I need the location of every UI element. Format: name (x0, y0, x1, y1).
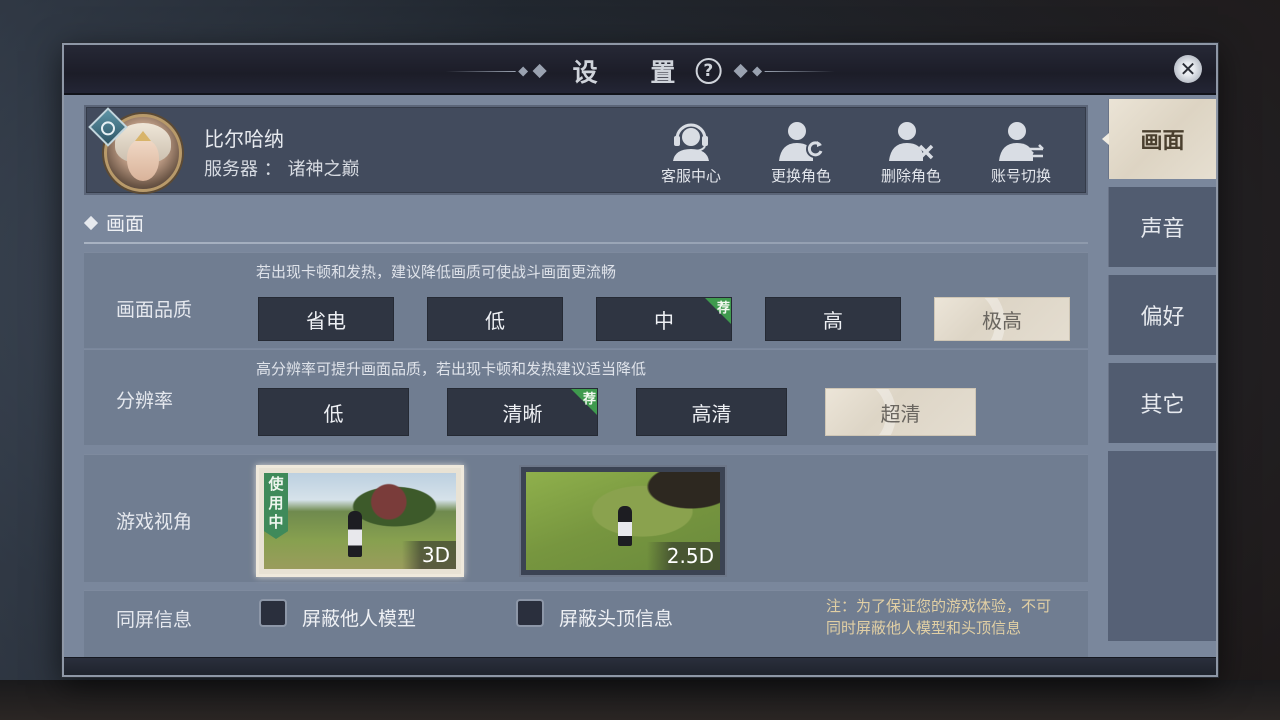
option-label: 低 (485, 308, 505, 333)
screen-info-row: 同屏信息 屏蔽他人模型 屏蔽头顶信息 注：为了保证您的游戏体验，不可 同时屏蔽他… (84, 590, 1088, 657)
recommended-badge-text: 荐 (716, 301, 730, 316)
player-name: 比尔哈纳 (204, 127, 284, 151)
tab-label: 画面 (1140, 129, 1185, 154)
hide-overhead-info-label: 屏蔽头顶信息 (559, 608, 674, 630)
camera-3d-label: 3D (401, 541, 456, 569)
option-label: 清晰 (502, 401, 543, 426)
quality-option-high[interactable]: 高 (765, 297, 901, 341)
quality-label: 画面品质 (116, 299, 193, 321)
settings-content: 比尔哈纳 服务器 ： 诸神之巅 客服中心 更换角色 删除角色 账号切换 画面 画… (64, 97, 1104, 657)
profile-actions: 客服中心 更换角色 删除角色 账号切换 (636, 119, 1076, 186)
tab-other[interactable]: 其它 (1108, 363, 1216, 443)
tab-display[interactable]: 画面 (1102, 99, 1216, 179)
customer-service-button[interactable]: 客服中心 (636, 119, 746, 186)
title-bar: 设 置 ? ✕ (64, 45, 1216, 95)
option-label: 低 (323, 401, 344, 426)
resolution-label: 分辨率 (116, 390, 174, 412)
resolution-hint: 高分辨率可提升画面品质，若出现卡顿和发热建议适当降低 (256, 360, 647, 378)
recommended-badge-text: 荐 (582, 392, 596, 407)
hide-other-models-label: 屏蔽他人模型 (302, 608, 417, 630)
section-divider (84, 242, 1088, 244)
hide-overhead-info-checkbox[interactable] (516, 599, 544, 627)
section-title: 画面 (106, 213, 145, 235)
profile-panel: 比尔哈纳 服务器 ： 诸神之巅 客服中心 更换角色 删除角色 账号切换 (84, 105, 1088, 195)
quality-option-medium[interactable]: 中 荐 (596, 297, 732, 341)
option-label: 中 (654, 308, 674, 333)
settings-tabs: 画面 声音 偏好 其它 (1102, 99, 1216, 451)
user-delete-icon (889, 122, 934, 161)
diamond-bullet-icon (83, 215, 99, 230)
resolution-option-low[interactable]: 低 (258, 388, 409, 436)
resolution-option-ultra-hd[interactable]: 超清 (825, 388, 976, 436)
camera-label: 游戏视角 (116, 511, 193, 533)
screen-info-note: 注：为了保证您的游戏体验，不可 同时屏蔽他人模型和头顶信息 (826, 595, 1051, 639)
quality-hint: 若出现卡顿和发热，建议降低画质可使战斗画面更流畅 (256, 263, 617, 281)
resolution-option-clear[interactable]: 清晰 荐 (447, 388, 598, 436)
quality-option-low[interactable]: 低 (427, 297, 563, 341)
camera-option-2-5d[interactable]: 2.5D (519, 465, 727, 577)
quality-option-ultra[interactable]: 极高 (934, 297, 1070, 341)
close-x-icon: ✕ (1179, 57, 1197, 81)
tab-label: 偏好 (1140, 305, 1185, 330)
switch-account-label: 账号切换 (990, 167, 1051, 185)
resolution-option-hd[interactable]: 高清 (636, 388, 787, 436)
camera-2-5d-preview: 2.5D (526, 472, 720, 570)
title-ornament-left (445, 63, 549, 79)
note-line-1: 注：为了保证您的游戏体验，不可 (826, 597, 1052, 615)
delete-character-button[interactable]: 删除角色 (856, 119, 966, 186)
delete-character-label: 删除角色 (880, 167, 941, 185)
switch-account-button[interactable]: 账号切换 (966, 119, 1076, 186)
tab-preferences[interactable]: 偏好 (1108, 275, 1216, 355)
option-label: 极高 (982, 308, 1022, 333)
option-label: 高清 (691, 401, 732, 426)
resolution-row: 分辨率 高分辨率可提升画面品质，若出现卡顿和发热建议适当降低 低 清晰 荐 高清… (84, 349, 1088, 445)
change-character-label: 更换角色 (770, 167, 831, 185)
settings-dialog: 设 置 ? ✕ 比尔哈纳 服务器 ： 诸神之巅 客服中心 更换角色 删除角色 账… (62, 43, 1218, 677)
headset-support-icon (673, 123, 709, 161)
quality-option-power-save[interactable]: 省电 (258, 297, 394, 341)
dialog-footer (64, 657, 1216, 675)
question-circle-icon[interactable]: ? (695, 58, 722, 84)
tab-sound[interactable]: 声音 (1108, 187, 1216, 267)
close-button[interactable]: ✕ (1174, 55, 1202, 83)
section-header: 画面 (83, 209, 145, 236)
quality-row: 画面品质 若出现卡顿和发热，建议降低画质可使战斗画面更流畅 省电 低 中 荐 高… (84, 252, 1088, 348)
title-ornament-right (731, 63, 835, 79)
tab-label: 其它 (1140, 393, 1185, 418)
option-label: 省电 (306, 308, 346, 333)
camera-3d-preview: 3D 使用中 (264, 473, 456, 569)
change-character-button[interactable]: 更换角色 (746, 119, 856, 186)
tab-label: 声音 (1140, 217, 1185, 242)
option-label: 高 (823, 308, 843, 333)
background-bottom (0, 680, 1280, 720)
tabs-background (1108, 451, 1216, 641)
camera-option-3d[interactable]: 3D 使用中 (256, 465, 464, 577)
camera-2-5d-label: 2.5D (646, 542, 720, 570)
player-server: 服务器 ： 诸神之巅 (204, 159, 360, 180)
note-line-2: 同时屏蔽他人模型和头顶信息 (826, 619, 1022, 637)
customer-service-label: 客服中心 (660, 167, 721, 185)
user-refresh-icon (779, 122, 824, 161)
user-switch-icon (999, 122, 1044, 161)
screen-info-label: 同屏信息 (116, 609, 193, 631)
dialog-title: 设 置 (572, 58, 698, 87)
camera-row: 游戏视角 3D 使用中 2.5D (84, 454, 1088, 582)
option-label: 超清 (880, 401, 921, 426)
in-use-tag: 使用中 (264, 473, 288, 539)
hide-other-models-checkbox[interactable] (259, 599, 287, 627)
